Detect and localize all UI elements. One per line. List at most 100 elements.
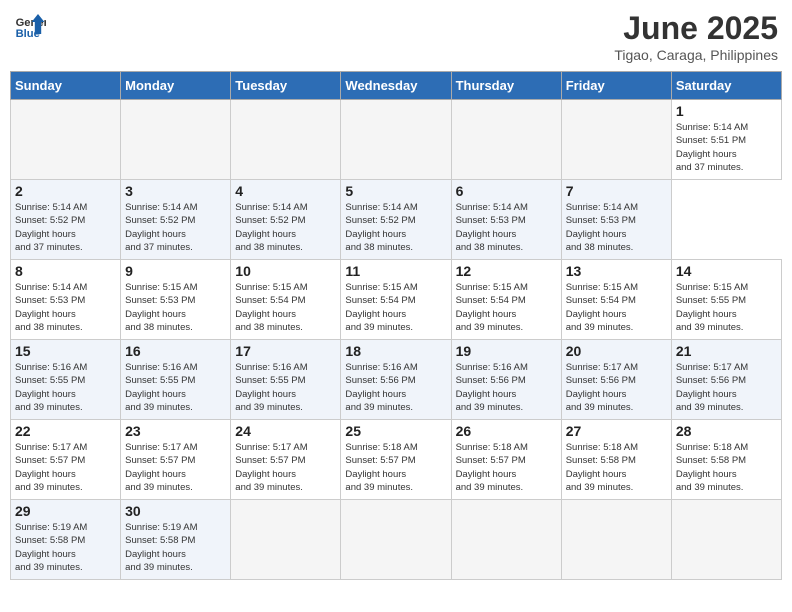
calendar-cell: 15 Sunrise: 5:16 AM Sunset: 5:55 PM Dayl… — [11, 340, 121, 420]
calendar-cell — [561, 100, 671, 180]
calendar-cell: 27 Sunrise: 5:18 AM Sunset: 5:58 PM Dayl… — [561, 420, 671, 500]
day-number: 18 — [345, 343, 446, 359]
calendar-cell: 25 Sunrise: 5:18 AM Sunset: 5:57 PM Dayl… — [341, 420, 451, 500]
calendar-cell: 9 Sunrise: 5:15 AM Sunset: 5:53 PM Dayli… — [121, 260, 231, 340]
calendar-cell: 8 Sunrise: 5:14 AM Sunset: 5:53 PM Dayli… — [11, 260, 121, 340]
day-header-monday: Monday — [121, 72, 231, 100]
day-number: 27 — [566, 423, 667, 439]
day-number: 24 — [235, 423, 336, 439]
calendar-cell: 6 Sunrise: 5:14 AM Sunset: 5:53 PM Dayli… — [451, 180, 561, 260]
week-row-3: 8 Sunrise: 5:14 AM Sunset: 5:53 PM Dayli… — [11, 260, 782, 340]
calendar-cell: 23 Sunrise: 5:17 AM Sunset: 5:57 PM Dayl… — [121, 420, 231, 500]
day-info: Sunrise: 5:16 AM Sunset: 5:55 PM Dayligh… — [15, 361, 116, 414]
day-info: Sunrise: 5:15 AM Sunset: 5:54 PM Dayligh… — [566, 281, 667, 334]
calendar-cell: 14 Sunrise: 5:15 AM Sunset: 5:55 PM Dayl… — [671, 260, 781, 340]
calendar-cell — [671, 500, 781, 580]
calendar-cell: 17 Sunrise: 5:16 AM Sunset: 5:55 PM Dayl… — [231, 340, 341, 420]
calendar-cell: 24 Sunrise: 5:17 AM Sunset: 5:57 PM Dayl… — [231, 420, 341, 500]
calendar-table: SundayMondayTuesdayWednesdayThursdayFrid… — [10, 71, 782, 580]
day-number: 4 — [235, 183, 336, 199]
calendar-cell — [11, 100, 121, 180]
day-info: Sunrise: 5:16 AM Sunset: 5:55 PM Dayligh… — [125, 361, 226, 414]
day-info: Sunrise: 5:17 AM Sunset: 5:56 PM Dayligh… — [566, 361, 667, 414]
calendar-cell — [121, 100, 231, 180]
day-info: Sunrise: 5:19 AM Sunset: 5:58 PM Dayligh… — [15, 521, 116, 574]
header: General Blue June 2025 Tigao, Caraga, Ph… — [10, 10, 782, 63]
calendar-cell — [451, 500, 561, 580]
day-number: 16 — [125, 343, 226, 359]
day-info: Sunrise: 5:17 AM Sunset: 5:57 PM Dayligh… — [235, 441, 336, 494]
day-number: 26 — [456, 423, 557, 439]
location-title: Tigao, Caraga, Philippines — [614, 47, 778, 63]
day-header-tuesday: Tuesday — [231, 72, 341, 100]
week-row-1: 1 Sunrise: 5:14 AM Sunset: 5:51 PM Dayli… — [11, 100, 782, 180]
calendar-cell — [341, 500, 451, 580]
day-info: Sunrise: 5:14 AM Sunset: 5:53 PM Dayligh… — [566, 201, 667, 254]
day-number: 5 — [345, 183, 446, 199]
day-number: 1 — [676, 103, 777, 119]
day-number: 11 — [345, 263, 446, 279]
day-info: Sunrise: 5:14 AM Sunset: 5:52 PM Dayligh… — [125, 201, 226, 254]
calendar-cell: 30 Sunrise: 5:19 AM Sunset: 5:58 PM Dayl… — [121, 500, 231, 580]
day-number: 9 — [125, 263, 226, 279]
day-number: 7 — [566, 183, 667, 199]
logo: General Blue — [14, 10, 46, 42]
calendar-cell — [231, 500, 341, 580]
day-number: 12 — [456, 263, 557, 279]
calendar-cell — [231, 100, 341, 180]
day-number: 6 — [456, 183, 557, 199]
month-title: June 2025 — [614, 10, 778, 47]
calendar-cell: 28 Sunrise: 5:18 AM Sunset: 5:58 PM Dayl… — [671, 420, 781, 500]
day-number: 30 — [125, 503, 226, 519]
day-info: Sunrise: 5:14 AM Sunset: 5:53 PM Dayligh… — [456, 201, 557, 254]
week-row-4: 15 Sunrise: 5:16 AM Sunset: 5:55 PM Dayl… — [11, 340, 782, 420]
day-number: 8 — [15, 263, 116, 279]
calendar-cell: 2 Sunrise: 5:14 AM Sunset: 5:52 PM Dayli… — [11, 180, 121, 260]
week-row-5: 22 Sunrise: 5:17 AM Sunset: 5:57 PM Dayl… — [11, 420, 782, 500]
day-info: Sunrise: 5:15 AM Sunset: 5:53 PM Dayligh… — [125, 281, 226, 334]
logo-icon: General Blue — [14, 10, 46, 42]
week-row-6: 29 Sunrise: 5:19 AM Sunset: 5:58 PM Dayl… — [11, 500, 782, 580]
day-header-wednesday: Wednesday — [341, 72, 451, 100]
day-number: 3 — [125, 183, 226, 199]
day-info: Sunrise: 5:14 AM Sunset: 5:51 PM Dayligh… — [676, 121, 777, 174]
calendar-cell — [561, 500, 671, 580]
day-number: 20 — [566, 343, 667, 359]
calendar-cell: 19 Sunrise: 5:16 AM Sunset: 5:56 PM Dayl… — [451, 340, 561, 420]
calendar-cell: 10 Sunrise: 5:15 AM Sunset: 5:54 PM Dayl… — [231, 260, 341, 340]
day-info: Sunrise: 5:18 AM Sunset: 5:58 PM Dayligh… — [676, 441, 777, 494]
day-number: 13 — [566, 263, 667, 279]
day-number: 15 — [15, 343, 116, 359]
calendar-cell — [451, 100, 561, 180]
calendar-cell: 16 Sunrise: 5:16 AM Sunset: 5:55 PM Dayl… — [121, 340, 231, 420]
day-info: Sunrise: 5:19 AM Sunset: 5:58 PM Dayligh… — [125, 521, 226, 574]
calendar-cell: 18 Sunrise: 5:16 AM Sunset: 5:56 PM Dayl… — [341, 340, 451, 420]
calendar-cell: 3 Sunrise: 5:14 AM Sunset: 5:52 PM Dayli… — [121, 180, 231, 260]
day-info: Sunrise: 5:16 AM Sunset: 5:55 PM Dayligh… — [235, 361, 336, 414]
day-info: Sunrise: 5:17 AM Sunset: 5:57 PM Dayligh… — [15, 441, 116, 494]
day-info: Sunrise: 5:15 AM Sunset: 5:55 PM Dayligh… — [676, 281, 777, 334]
day-number: 14 — [676, 263, 777, 279]
day-info: Sunrise: 5:14 AM Sunset: 5:52 PM Dayligh… — [345, 201, 446, 254]
calendar-cell: 22 Sunrise: 5:17 AM Sunset: 5:57 PM Dayl… — [11, 420, 121, 500]
day-number: 23 — [125, 423, 226, 439]
calendar-cell: 29 Sunrise: 5:19 AM Sunset: 5:58 PM Dayl… — [11, 500, 121, 580]
calendar-cell: 21 Sunrise: 5:17 AM Sunset: 5:56 PM Dayl… — [671, 340, 781, 420]
day-info: Sunrise: 5:17 AM Sunset: 5:56 PM Dayligh… — [676, 361, 777, 414]
calendar-cell: 20 Sunrise: 5:17 AM Sunset: 5:56 PM Dayl… — [561, 340, 671, 420]
header-row: SundayMondayTuesdayWednesdayThursdayFrid… — [11, 72, 782, 100]
day-number: 10 — [235, 263, 336, 279]
day-info: Sunrise: 5:15 AM Sunset: 5:54 PM Dayligh… — [456, 281, 557, 334]
day-number: 25 — [345, 423, 446, 439]
day-info: Sunrise: 5:15 AM Sunset: 5:54 PM Dayligh… — [345, 281, 446, 334]
title-area: June 2025 Tigao, Caraga, Philippines — [614, 10, 778, 63]
day-number: 2 — [15, 183, 116, 199]
day-info: Sunrise: 5:18 AM Sunset: 5:58 PM Dayligh… — [566, 441, 667, 494]
day-info: Sunrise: 5:18 AM Sunset: 5:57 PM Dayligh… — [345, 441, 446, 494]
day-number: 29 — [15, 503, 116, 519]
calendar-cell: 11 Sunrise: 5:15 AM Sunset: 5:54 PM Dayl… — [341, 260, 451, 340]
calendar-cell: 5 Sunrise: 5:14 AM Sunset: 5:52 PM Dayli… — [341, 180, 451, 260]
calendar-cell: 12 Sunrise: 5:15 AM Sunset: 5:54 PM Dayl… — [451, 260, 561, 340]
day-number: 22 — [15, 423, 116, 439]
day-info: Sunrise: 5:14 AM Sunset: 5:53 PM Dayligh… — [15, 281, 116, 334]
